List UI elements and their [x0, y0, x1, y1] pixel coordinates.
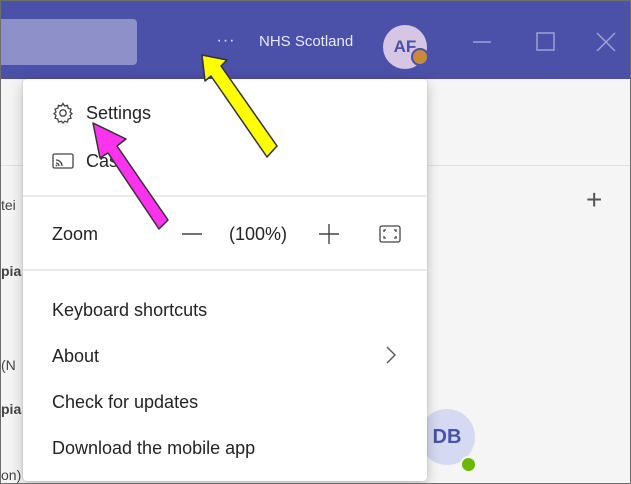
organization-name[interactable]: NHS Scotland [259, 33, 353, 51]
more-options-button[interactable]: ··· [211, 29, 241, 53]
menu-separator [23, 269, 427, 271]
add-icon[interactable]: + [586, 185, 602, 215]
menu-item-label: Check for updates [52, 392, 199, 412]
cast-icon [52, 153, 74, 169]
menu-item-about[interactable]: About [23, 336, 427, 374]
menu-item-label: Cast [86, 151, 124, 171]
chevron-right-icon [386, 346, 396, 364]
zoom-in-button[interactable] [316, 219, 342, 249]
menu-item-label: Settings [86, 103, 152, 123]
teams-window: ··· NHS Scotland AF tei pia (N pia on) +… [0, 0, 631, 484]
zoom-out-button[interactable] [179, 219, 205, 249]
menu-item-label: Keyboard shortcuts [52, 300, 208, 320]
title-bar: ··· NHS Scotland AF [1, 1, 630, 79]
menu-item-download-mobile-app[interactable]: Download the mobile app [23, 428, 427, 466]
menu-item-keyboard-shortcuts[interactable]: Keyboard shortcuts [23, 290, 427, 328]
menu-item-label: Download the mobile app [52, 438, 256, 458]
background-text-fragment: on) [1, 467, 22, 483]
minimize-button[interactable] [467, 27, 497, 57]
zoom-value: (100%) [229, 224, 288, 244]
presence-status-icon [411, 48, 429, 66]
background-text-fragment: pia [1, 401, 22, 417]
menu-item-cast[interactable]: Cast [23, 141, 427, 179]
menu-item-settings[interactable]: Settings [23, 93, 427, 131]
background-text-fragment: tei [1, 197, 16, 213]
close-button[interactable] [591, 27, 621, 57]
maximize-button[interactable] [531, 27, 561, 57]
menu-item-label: About [52, 346, 100, 366]
background-text-fragment: pia [1, 263, 22, 279]
background-text-fragment: (N [1, 357, 16, 373]
zoom-label: Zoom [52, 224, 99, 244]
menu-separator [23, 195, 427, 197]
more-options-menu: Settings Cast Zoom (100%) Keyboard short… [23, 79, 427, 481]
gear-icon [52, 102, 74, 124]
fullscreen-icon[interactable] [378, 222, 402, 246]
search-box[interactable] [1, 19, 137, 65]
menu-item-check-for-updates[interactable]: Check for updates [23, 382, 427, 420]
available-status-icon [460, 456, 477, 473]
